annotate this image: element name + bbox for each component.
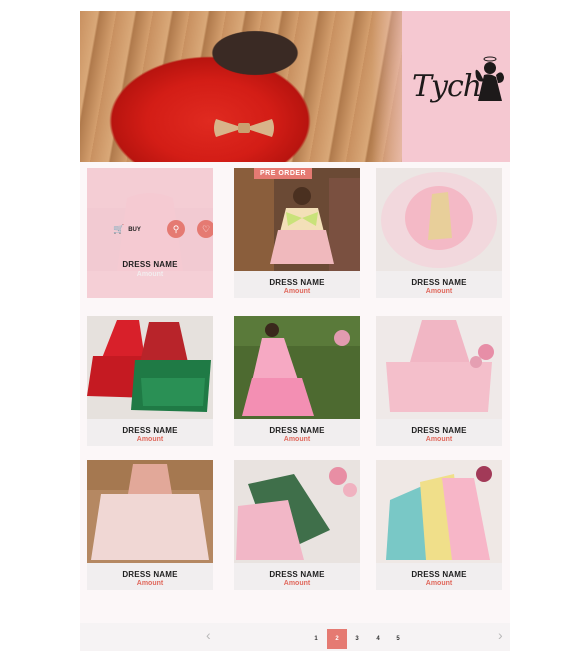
product-card[interactable]: DRESS NAME Amount: [376, 316, 502, 446]
product-amount: Amount: [136, 436, 164, 443]
product-card[interactable]: 🛒 BUY ⚲ ♡ DRESS NAME Amount: [87, 168, 213, 298]
product-photo: [376, 460, 502, 563]
product-amount: Amount: [283, 288, 311, 295]
prev-page-button[interactable]: ‹: [206, 627, 211, 643]
product-card[interactable]: DRESS NAME Amount: [87, 460, 213, 590]
product-name[interactable]: DRESS NAME: [234, 278, 360, 287]
product-amount: Amount: [425, 580, 453, 587]
product-amount: Amount: [425, 288, 453, 295]
cart-icon: 🛒: [113, 224, 125, 234]
hero-banner: Tyche: [80, 11, 510, 162]
product-card[interactable]: DRESS NAME Amount: [376, 460, 502, 590]
product-photo: [376, 168, 502, 271]
hover-actions: 🛒 BUY ⚲ ♡: [87, 220, 213, 240]
product-amount: Amount: [283, 436, 311, 443]
product-name[interactable]: DRESS NAME: [87, 570, 213, 579]
product-photo: [87, 316, 213, 419]
product-name[interactable]: DRESS NAME: [376, 570, 502, 579]
page-1-button[interactable]: 1: [306, 629, 326, 649]
product-card[interactable]: DRESS NAME Amount: [87, 316, 213, 446]
product-card[interactable]: DRESS NAME Amount: [234, 316, 360, 446]
product-amount: Amount: [283, 580, 311, 587]
product-name[interactable]: DRESS NAME: [87, 260, 213, 269]
page: Tyche 🛒 BUY ⚲ ♡ DRESS NAME Amount PRE OR…: [80, 11, 510, 651]
page-2-button[interactable]: 2: [327, 629, 347, 649]
product-amount: Amount: [136, 580, 164, 587]
link-icon[interactable]: ⚲: [167, 220, 185, 238]
product-name[interactable]: DRESS NAME: [376, 278, 502, 287]
next-page-button[interactable]: ›: [498, 627, 503, 643]
product-photo: [234, 460, 360, 563]
product-card[interactable]: DRESS NAME Amount: [376, 168, 502, 298]
product-photo: [234, 316, 360, 419]
page-5-button[interactable]: 5: [388, 629, 408, 649]
bow-graphic: [214, 119, 274, 137]
buy-button[interactable]: 🛒 BUY: [113, 224, 141, 235]
product-card[interactable]: PRE ORDER DRESS NAME Amount: [234, 168, 360, 298]
product-name[interactable]: DRESS NAME: [234, 570, 360, 579]
product-photo: [376, 316, 502, 419]
pre-order-badge: PRE ORDER: [254, 168, 313, 179]
page-4-button[interactable]: 4: [368, 629, 388, 649]
product-amount: Amount: [136, 271, 164, 278]
angel-logo-icon: [475, 56, 504, 101]
product-photo: [234, 168, 360, 271]
banner-photo: [80, 11, 402, 162]
product-name[interactable]: DRESS NAME: [87, 426, 213, 435]
page-3-button[interactable]: 3: [347, 629, 367, 649]
pagination: ‹ 1 2 3 4 5 ›: [80, 623, 510, 651]
product-card[interactable]: DRESS NAME Amount: [234, 460, 360, 590]
product-name[interactable]: DRESS NAME: [376, 426, 502, 435]
product-name[interactable]: DRESS NAME: [234, 426, 360, 435]
heart-icon[interactable]: ♡: [197, 220, 213, 238]
product-photo: [87, 460, 213, 563]
product-amount: Amount: [425, 436, 453, 443]
buy-label: BUY: [128, 227, 141, 234]
